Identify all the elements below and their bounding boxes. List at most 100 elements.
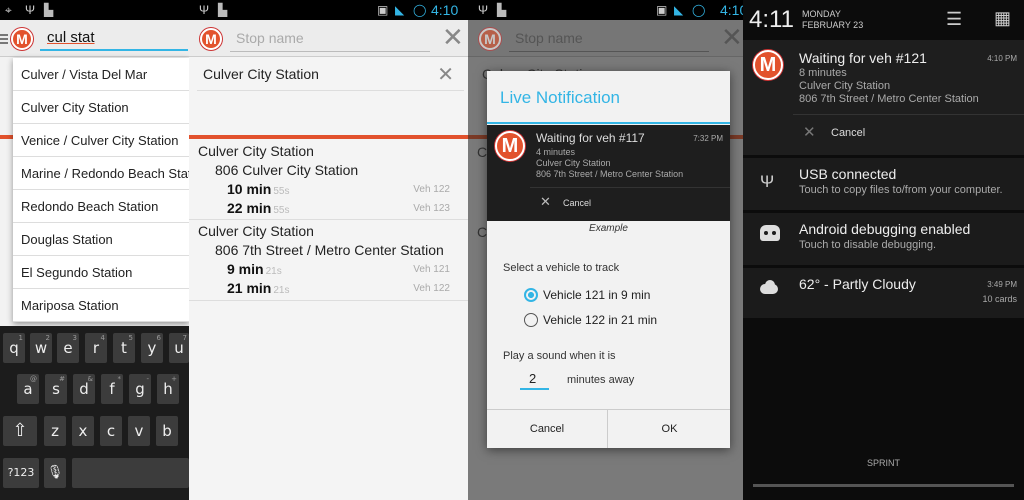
key-label: b <box>162 422 172 440</box>
clear-icon[interactable]: ✕ <box>721 22 743 52</box>
cloud-icon-top <box>765 280 775 290</box>
key-u[interactable]: 7u <box>169 333 189 363</box>
key-alt: 6 <box>156 334 161 342</box>
prediction-group[interactable]: Culver City Station 806 7th Street / Met… <box>189 222 468 301</box>
notification-cancel[interactable]: Cancel <box>563 198 591 208</box>
key-f[interactable]: * f <box>101 374 123 404</box>
key-r[interactable]: 4r <box>85 333 107 363</box>
vehicle-id: Veh 122 <box>413 184 450 195</box>
notification-time: 7:32 PM <box>693 134 723 143</box>
key-q[interactable]: 1q <box>3 333 25 363</box>
suggestion-item[interactable]: El Segundo Station <box>13 256 189 289</box>
mic-key[interactable]: 🎙 <box>44 458 66 488</box>
key-g[interactable]: -g <box>129 374 151 404</box>
radio-unselected[interactable] <box>524 313 538 327</box>
android-icon <box>760 225 780 241</box>
selected-stop-name: Culver City Station <box>203 66 319 82</box>
key-label: e <box>63 339 73 357</box>
key-label: g <box>135 380 145 398</box>
shade-clock: 4:11 <box>749 6 794 33</box>
key-e[interactable]: 3e <box>57 333 79 363</box>
prediction-group[interactable]: Culver City Station 806 Culver City Stat… <box>189 142 468 220</box>
close-icon[interactable]: ✕ <box>437 62 454 87</box>
suggestion-item[interactable]: Marine / Redondo Beach Station <box>13 157 189 190</box>
panel-stop-predictions: Ψ ▙ ▣ ◣ ◯ 4:10 M Stop name ✕ Culver City… <box>189 0 468 500</box>
radio-selected[interactable] <box>524 288 538 302</box>
arrival-minutes: 9 min <box>227 261 264 277</box>
background-stop-letter: C <box>477 144 488 160</box>
key-alt: 1 <box>18 334 23 342</box>
close-icon[interactable]: ✕ <box>803 123 816 141</box>
clear-icon[interactable]: ✕ <box>442 22 464 52</box>
close-icon[interactable]: ✕ <box>540 194 551 210</box>
sync-icon: ▣ <box>377 3 389 17</box>
panel-live-notification-dialog: Ψ ▙ ▣ ◣ ◯ 4:10 M Stop name ✕ Culver City… <box>468 0 743 500</box>
key-d[interactable]: & d <box>73 374 95 404</box>
key-x[interactable]: x <box>72 416 94 446</box>
app-logo[interactable]: M <box>479 28 501 50</box>
search-input-value: cul stat <box>47 29 95 46</box>
suggestion-item[interactable]: Mariposa Station <box>13 289 189 322</box>
suggestion-list: Culver / Vista Del Mar Culver City Stati… <box>13 58 189 322</box>
selected-stop-card[interactable]: Culver City Station ✕ <box>197 58 464 91</box>
clear-all-icon[interactable]: ☰ <box>946 9 962 30</box>
action-bar: M Stop name ✕ <box>189 20 468 57</box>
sound-label: Play a sound when it is <box>503 350 616 362</box>
key-alt: - <box>146 375 149 383</box>
app-logo[interactable]: M <box>11 28 33 50</box>
app-logo[interactable]: M <box>200 28 222 50</box>
key-s[interactable]: # s <box>45 374 67 404</box>
quick-settings-icon[interactable]: ▦ <box>994 8 1011 29</box>
suggestion-item[interactable]: Redondo Beach Station <box>13 190 189 223</box>
vehicle-option[interactable]: Vehicle 121 in 9 min <box>524 286 714 304</box>
notification-divider <box>793 114 1024 115</box>
clock: 4:10 <box>720 2 743 18</box>
notification-title: Waiting for veh #121 <box>799 50 927 66</box>
key-alt: @ <box>30 375 37 383</box>
status-bar: Ψ ▙ ▣ ◣ ◯ 4:10 <box>468 0 743 20</box>
cancel-button-label: Cancel <box>529 423 565 435</box>
key-w[interactable]: 2w <box>30 333 52 363</box>
suggestion-item[interactable]: Culver / Vista Del Mar <box>13 58 189 91</box>
notification-item[interactable]: Ψ USB connected Touch to copy files to/f… <box>743 158 1024 210</box>
panel-search-suggestions: ⌖ Ψ ▙ M cul stat Culver / Vista Del Mar … <box>0 0 189 500</box>
gps-icon: ⌖ <box>5 3 12 17</box>
vehicle-option[interactable]: Vehicle 122 in 21 min <box>524 311 714 329</box>
prediction-row: 21 min 21s Veh 122 <box>189 279 468 298</box>
notification-item[interactable]: M Waiting for veh #121 4:10 PM 8 minutes… <box>743 40 1024 155</box>
shift-key[interactable]: ⇧ <box>3 416 37 446</box>
key-c[interactable]: c <box>100 416 122 446</box>
key-v[interactable]: v <box>128 416 150 446</box>
arrival-seconds: 21s <box>273 285 290 296</box>
suggestion-item[interactable]: Culver City Station <box>13 91 189 124</box>
shade-handle[interactable] <box>753 484 1014 487</box>
notification-item[interactable]: 62° - Partly Cloudy 3:49 PM 10 cards <box>743 268 1024 318</box>
minutes-input[interactable]: 2 <box>520 368 549 390</box>
arrival-minutes: 21 min <box>227 280 272 296</box>
suggestion-item[interactable]: Douglas Station <box>13 223 189 256</box>
key-y[interactable]: 6y <box>141 333 163 363</box>
action-bar: M cul stat <box>0 20 189 57</box>
space-key[interactable] <box>72 458 189 488</box>
key-z[interactable]: z <box>44 416 66 446</box>
search-input[interactable]: cul stat <box>40 25 188 51</box>
notification-item[interactable]: Android debugging enabled Touch to disab… <box>743 213 1024 265</box>
key-t[interactable]: 5t <box>113 333 135 363</box>
search-input[interactable]: Stop name <box>509 26 709 52</box>
cancel-button[interactable]: Cancel <box>487 410 608 448</box>
key-a[interactable]: @ a <box>17 374 39 404</box>
key-b[interactable]: b <box>156 416 178 446</box>
menu-icon[interactable] <box>0 34 8 44</box>
suggestion-item[interactable]: Venice / Culver City Station <box>13 124 189 157</box>
clock: 4:10 <box>431 2 459 18</box>
notification-title: USB connected <box>799 166 897 182</box>
ok-button[interactable]: OK <box>609 410 730 448</box>
android-icon: ▙ <box>218 3 228 17</box>
search-input[interactable]: Stop name <box>230 26 430 52</box>
symbols-key[interactable]: ?123 <box>3 458 39 488</box>
key-label: f <box>109 380 115 398</box>
notification-cancel[interactable]: Cancel <box>831 127 865 139</box>
arrival-seconds: 55s <box>273 205 290 216</box>
prediction-row: 10 min 55s Veh 122 <box>189 180 468 199</box>
key-h[interactable]: + h <box>157 374 179 404</box>
